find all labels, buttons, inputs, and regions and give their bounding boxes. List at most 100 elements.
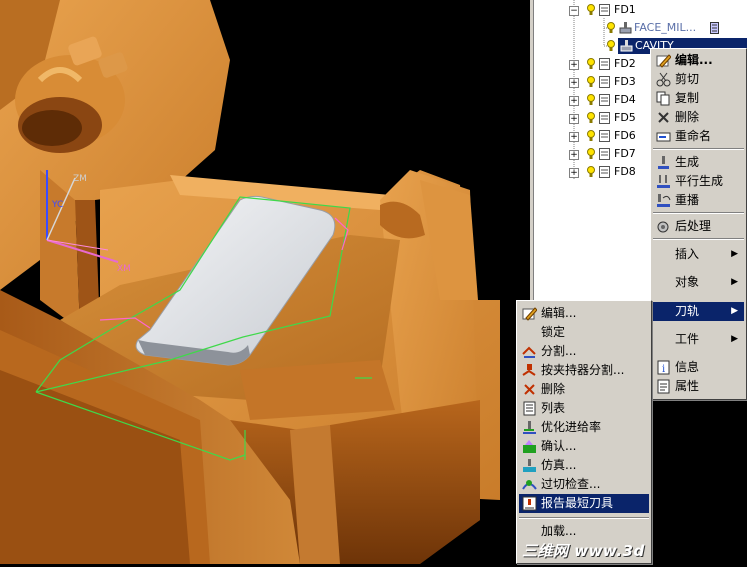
- submenu-arrow-icon: ▶: [731, 249, 738, 259]
- parallel-generate-icon: [657, 175, 670, 188]
- submenu-item-list[interactable]: 列表: [519, 399, 649, 418]
- menu-item-workpiece[interactable]: 工件 ▶: [653, 330, 744, 349]
- submenu-item-load[interactable]: 加载...: [519, 522, 649, 541]
- submenu-arrow-icon: ▶: [731, 277, 738, 287]
- properties-icon: [657, 379, 670, 394]
- tree-node-label: FD2: [614, 57, 636, 70]
- menu-separator: [653, 148, 744, 150]
- postprocess-icon: [657, 221, 669, 233]
- status-bulb-icon: [587, 4, 595, 15]
- svg-text:i: i: [662, 364, 665, 375]
- replay-icon: [657, 194, 671, 207]
- menu-item-label: 工件: [675, 332, 700, 346]
- menu-item-label: 编辑...: [541, 306, 577, 320]
- expand-toggle-icon[interactable]: +: [569, 168, 579, 178]
- expand-toggle-icon[interactable]: +: [569, 150, 579, 160]
- submenu-arrow-icon: ▶: [731, 334, 738, 344]
- menu-item-label: 对象: [675, 275, 700, 289]
- submenu-item-simulate[interactable]: 仿真...: [519, 456, 649, 475]
- context-menu[interactable]: 编辑... 剪切 复制 删除 重命名 生成 平行生成 重播 后处理 插入 ▶ 对…: [650, 48, 747, 400]
- tree-node-label: FD6: [614, 129, 636, 142]
- menu-item-label: 按夹持器分割...: [541, 363, 625, 377]
- menu-separator: [519, 517, 649, 519]
- menu-item-info[interactable]: i 信息: [653, 358, 744, 377]
- cut-icon: [656, 72, 671, 87]
- menu-item-postprocess[interactable]: 后处理: [653, 217, 744, 236]
- menu-item-label: 删除: [675, 110, 700, 124]
- toolpath-submenu[interactable]: 编辑... 锁定 分割... 按夹持器分割... 删除 列表 优化进给率 确认.…: [516, 300, 652, 564]
- menu-item-insert[interactable]: 插入 ▶: [653, 245, 744, 264]
- menu-item-label: 重播: [675, 193, 700, 207]
- tree-node-label: FD1: [614, 3, 636, 16]
- tree-node-fd1[interactable]: − FD1: [530, 2, 747, 18]
- program-group-icon: [599, 166, 610, 178]
- simulate-icon: [523, 459, 536, 472]
- split-icon: [522, 346, 536, 358]
- rename-icon: [656, 132, 671, 142]
- status-bulb-icon: [587, 166, 595, 177]
- expand-toggle-icon[interactable]: +: [569, 60, 579, 70]
- submenu-item-lock[interactable]: 锁定: [519, 323, 649, 342]
- program-group-icon: [599, 76, 610, 88]
- axis-label-yc: YC: [52, 200, 64, 210]
- submenu-item-delete[interactable]: 删除: [519, 380, 649, 399]
- tree-node-face-mil[interactable]: FACE_MIL...: [530, 20, 747, 36]
- status-bulb-icon: [587, 130, 595, 141]
- status-bulb-icon: [587, 112, 595, 123]
- menu-separator: [653, 212, 744, 214]
- menu-item-label: 平行生成: [675, 174, 724, 188]
- program-group-icon: [599, 112, 610, 124]
- menu-item-replay[interactable]: 重播: [653, 191, 744, 210]
- expand-toggle-icon[interactable]: +: [569, 132, 579, 142]
- delete-toolpath-icon: [524, 384, 535, 395]
- menu-item-label: 报告最短刀具: [541, 496, 614, 510]
- tree-node-label: FD3: [614, 75, 636, 88]
- submenu-item-gouge-check[interactable]: 过切检查...: [519, 475, 649, 494]
- submenu-item-optimize-feed[interactable]: 优化进给率: [519, 418, 649, 437]
- collapse-toggle-icon[interactable]: −: [569, 6, 579, 16]
- menu-item-label: 后处理: [675, 219, 712, 233]
- menu-item-cut[interactable]: 剪切: [653, 70, 744, 89]
- menu-item-toolpath[interactable]: 刀轨 ▶: [653, 302, 744, 321]
- menu-item-generate[interactable]: 生成: [653, 153, 744, 172]
- submenu-item-split[interactable]: 分割...: [519, 342, 649, 361]
- submenu-item-edit[interactable]: 编辑...: [519, 304, 649, 323]
- toolpath-status-icon: [710, 22, 719, 34]
- menu-item-label: 刀轨: [675, 304, 700, 318]
- copy-icon: [656, 91, 670, 106]
- menu-item-properties[interactable]: 属性: [653, 377, 744, 396]
- program-group-icon: [599, 94, 610, 106]
- menu-item-label: 属性: [675, 379, 700, 393]
- axis-label-xm: XM: [117, 264, 131, 274]
- menu-item-label: 分割...: [541, 344, 577, 358]
- program-group-icon: [599, 130, 610, 142]
- menu-item-object[interactable]: 对象 ▶: [653, 273, 744, 292]
- status-bulb-icon: [587, 148, 595, 159]
- program-group-icon: [599, 148, 610, 160]
- expand-toggle-icon[interactable]: +: [569, 96, 579, 106]
- menu-item-copy[interactable]: 复制: [653, 89, 744, 108]
- submenu-item-verify[interactable]: 确认...: [519, 437, 649, 456]
- menu-item-label: 生成: [675, 155, 700, 169]
- report-shortest-tool-icon: [522, 496, 537, 511]
- menu-item-rename[interactable]: 重命名: [653, 127, 744, 146]
- tree-node-label: FD7: [614, 147, 636, 160]
- site-watermark: 三维网 www.3d: [522, 542, 645, 560]
- submenu-item-split-by-holder[interactable]: 按夹持器分割...: [519, 361, 649, 380]
- status-bulb-icon: [587, 94, 595, 105]
- menu-item-label: 加载...: [541, 524, 577, 538]
- menu-item-delete[interactable]: 删除: [653, 108, 744, 127]
- list-icon: [523, 401, 536, 416]
- submenu-item-report-shortest-tool[interactable]: 报告最短刀具: [519, 494, 649, 513]
- menu-separator: [653, 238, 744, 240]
- menu-item-edit[interactable]: 编辑...: [653, 51, 744, 70]
- menu-item-label: 插入: [675, 247, 700, 261]
- status-bulb-icon: [587, 58, 595, 69]
- status-bulb-icon: [587, 76, 595, 87]
- split-by-holder-icon: [522, 364, 536, 376]
- expand-toggle-icon[interactable]: +: [569, 114, 579, 124]
- menu-item-parallel-generate[interactable]: 平行生成: [653, 172, 744, 191]
- edit-icon: [656, 54, 671, 68]
- expand-toggle-icon[interactable]: +: [569, 78, 579, 88]
- gouge-check-icon: [522, 480, 537, 490]
